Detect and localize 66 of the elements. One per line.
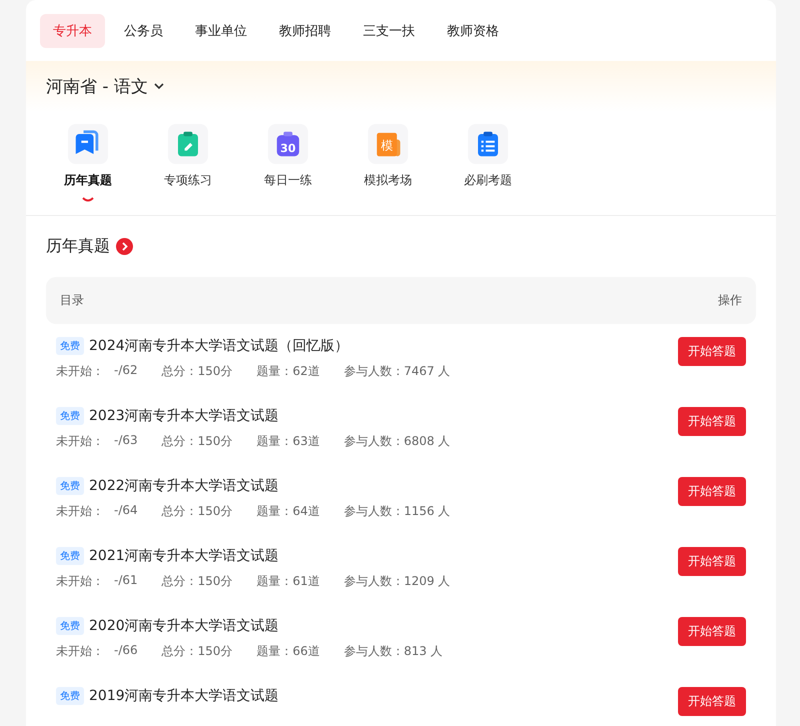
start-button[interactable]: 开始答题 <box>678 687 746 716</box>
chevron-right-icon[interactable] <box>116 238 133 255</box>
participant-count: 参与人数：1156 人 <box>344 503 450 520</box>
category-item[interactable]: 30 每日一练 <box>238 124 338 203</box>
free-badge: 免费 <box>56 407 84 425</box>
status-label: 未开始： <box>56 433 104 450</box>
column-header: 操作 <box>718 292 742 309</box>
caret-icon <box>154 83 164 90</box>
category-item[interactable]: 专项练习 <box>138 124 238 203</box>
progress-text: -/66 <box>114 643 138 659</box>
nav-tab[interactable]: 专升本 <box>40 14 105 48</box>
question-count: 题量：63道 <box>256 433 320 450</box>
exam-title[interactable]: 2019河南专升本大学语文试题 <box>89 687 279 705</box>
status-label: 未开始： <box>56 573 104 590</box>
free-badge: 免费 <box>56 617 84 635</box>
nav-tab[interactable]: 公务员 <box>111 14 176 48</box>
start-button[interactable]: 开始答题 <box>678 477 746 506</box>
progress-text: -/61 <box>114 573 138 589</box>
nav-tab[interactable]: 三支一扶 <box>350 14 428 48</box>
start-button[interactable]: 开始答题 <box>678 407 746 436</box>
selected-indicator <box>82 197 94 203</box>
nav-tab[interactable]: 教师资格 <box>434 14 512 48</box>
start-button[interactable]: 开始答题 <box>678 337 746 366</box>
category-item[interactable]: 模 模拟考场 <box>338 124 438 203</box>
total-score: 总分：150分 <box>162 573 233 590</box>
question-count: 题量：61道 <box>256 573 320 590</box>
total-score: 总分：150分 <box>162 363 233 380</box>
participant-count: 参与人数：1209 人 <box>344 573 450 590</box>
column-header: 目录 <box>60 292 84 309</box>
exam-title[interactable]: 2024河南专升本大学语文试题（回忆版） <box>89 337 349 355</box>
progress-text: -/64 <box>114 503 138 519</box>
start-button[interactable]: 开始答题 <box>678 547 746 576</box>
status-label: 未开始： <box>56 643 104 660</box>
free-badge: 免费 <box>56 477 84 495</box>
participant-count: 参与人数：813 人 <box>344 643 443 660</box>
status-label: 未开始： <box>56 363 104 380</box>
region-selector[interactable]: 河南省 - 语文 <box>46 75 164 98</box>
nav-tab[interactable]: 事业单位 <box>182 14 260 48</box>
progress-text: -/62 <box>114 363 138 379</box>
total-score: 总分：150分 <box>162 643 233 660</box>
total-score: 总分：150分 <box>162 503 233 520</box>
free-badge: 免费 <box>56 337 84 355</box>
question-count: 题量：64道 <box>256 503 320 520</box>
document-icon: 模 <box>368 124 408 164</box>
exam-title[interactable]: 2022河南专升本大学语文试题 <box>89 477 279 495</box>
section-title: 历年真题 <box>46 236 110 257</box>
free-badge: 免费 <box>56 547 84 565</box>
category-item[interactable]: 历年真题 <box>38 124 138 203</box>
bookmark-icon <box>68 124 108 164</box>
start-button[interactable]: 开始答题 <box>678 617 746 646</box>
exam-title[interactable]: 2023河南专升本大学语文试题 <box>89 407 279 425</box>
pen-clipboard-icon <box>168 124 208 164</box>
total-score: 总分：150分 <box>162 433 233 450</box>
progress-text: -/63 <box>114 433 138 449</box>
nav-tab[interactable]: 教师招聘 <box>266 14 344 48</box>
status-label: 未开始： <box>56 503 104 520</box>
calendar-icon: 30 <box>268 124 308 164</box>
checklist-icon <box>468 124 508 164</box>
exam-title[interactable]: 2021河南专升本大学语文试题 <box>89 547 279 565</box>
participant-count: 参与人数：7467 人 <box>344 363 450 380</box>
question-count: 题量：66道 <box>256 643 320 660</box>
participant-count: 参与人数：6808 人 <box>344 433 450 450</box>
free-badge: 免费 <box>56 687 84 705</box>
question-count: 题量：62道 <box>256 363 320 380</box>
exam-title[interactable]: 2020河南专升本大学语文试题 <box>89 617 279 635</box>
category-item[interactable]: 必刷考题 <box>438 124 538 203</box>
